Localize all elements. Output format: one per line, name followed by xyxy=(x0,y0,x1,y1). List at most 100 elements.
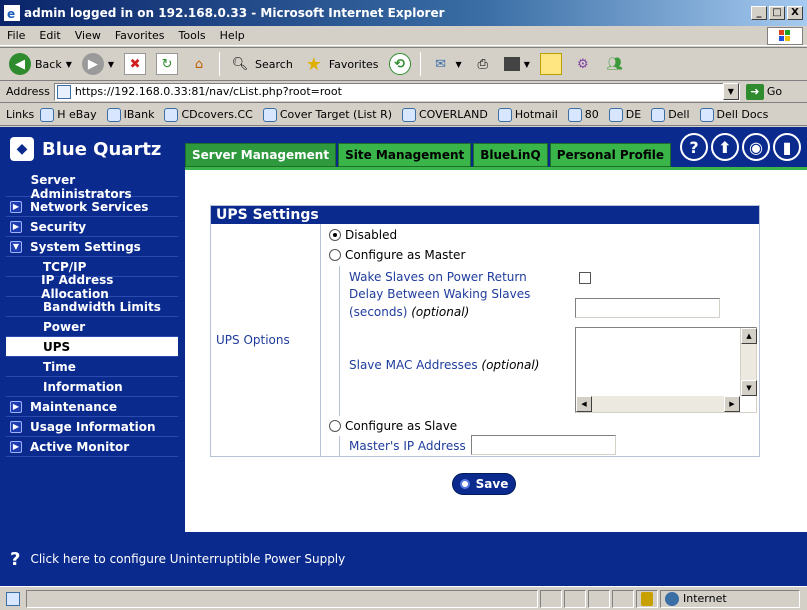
sidebar-item-bandwidth-limits[interactable]: Bandwidth Limits xyxy=(6,297,178,317)
sidebar-item-security[interactable]: ▶ Security xyxy=(6,217,178,237)
help-footer[interactable]: ? Click here to configure Uninterruptibl… xyxy=(0,532,807,586)
print-icon: ⎙ xyxy=(477,56,488,72)
sidebar-item-power[interactable]: Power xyxy=(6,317,178,337)
link-item[interactable]: IBank xyxy=(106,107,154,122)
stop-button[interactable]: ✖ xyxy=(121,50,149,78)
radio-disabled[interactable] xyxy=(329,229,341,241)
address-dropdown-icon[interactable]: ▼ xyxy=(722,83,739,100)
menu-favorites[interactable]: Favorites xyxy=(108,29,172,42)
forward-button[interactable]: ▶ ▼ xyxy=(79,50,117,78)
link-item[interactable]: COVERLAND xyxy=(402,107,488,122)
main-tabs: Server Management Site Management BlueLi… xyxy=(185,143,671,167)
sidebar-item-server-administrators[interactable]: Server Administrators xyxy=(6,173,178,201)
sidebar-item-system-settings[interactable]: ▼ System Settings xyxy=(6,237,178,257)
sidebar-item-label: Time xyxy=(43,359,76,374)
window-titlebar[interactable]: e admin logged in on 192.168.0.33 - Micr… xyxy=(0,0,807,26)
slave-mac-label: Slave MAC Addresses (optional) xyxy=(349,358,539,372)
link-item[interactable]: Dell Docs xyxy=(699,107,769,122)
radio-master-row[interactable]: Configure as Master xyxy=(329,248,465,262)
link-label: Dell Docs xyxy=(716,108,769,121)
radio-slave-row[interactable]: Configure as Slave xyxy=(329,419,457,433)
sidebar-item-time[interactable]: Time xyxy=(6,357,178,377)
update-icon[interactable]: ⬆ xyxy=(711,133,739,161)
tab-bluelinq[interactable]: BlueLinQ xyxy=(473,143,548,167)
sidebar-item-label: Active Monitor xyxy=(30,439,130,454)
delay-label-line2: (seconds) (optional) xyxy=(349,305,469,319)
expand-arrow-icon: ▶ xyxy=(10,400,22,413)
forward-arrow-icon: ▶ xyxy=(81,53,104,75)
go-button[interactable]: ➜ Go xyxy=(745,83,782,100)
sidebar-item-label: TCP/IP xyxy=(43,259,87,274)
home-button[interactable]: ⌂ xyxy=(185,50,213,78)
delay-input[interactable] xyxy=(575,298,720,318)
sidebar-item-maintenance[interactable]: ▶ Maintenance xyxy=(6,397,178,417)
minimize-button[interactable]: _ xyxy=(751,6,767,20)
link-page-icon xyxy=(497,107,512,122)
sidebar: Server Administrators ▶ Network Services … xyxy=(0,170,185,532)
window-title: admin logged in on 192.168.0.33 - Micros… xyxy=(24,6,445,20)
mail-button[interactable]: ✉ ▼ xyxy=(427,50,465,78)
help-icon[interactable]: ? xyxy=(680,133,708,161)
slave-mac-textarea[interactable]: ▲ ▼ ◀ ▶ xyxy=(575,327,757,413)
search-button[interactable]: 🔍︎ Search xyxy=(226,50,296,78)
research-button[interactable]: ⚙ xyxy=(569,50,597,78)
link-label: CDcovers.CC xyxy=(181,108,253,121)
print-button[interactable]: ⎙ xyxy=(469,50,497,78)
link-item[interactable]: DE xyxy=(608,107,641,122)
discuss-button[interactable] xyxy=(537,50,565,78)
history-button[interactable]: ⟲ xyxy=(386,50,414,78)
link-item[interactable]: Dell xyxy=(651,107,690,122)
status-pane xyxy=(612,589,634,608)
link-label: 80 xyxy=(584,108,599,121)
messenger-button[interactable]: 👥︎ xyxy=(601,50,629,78)
sidebar-item-ups[interactable]: UPS xyxy=(6,337,178,357)
scroll-up-icon[interactable]: ▲ xyxy=(741,328,757,344)
menu-tools[interactable]: Tools xyxy=(172,29,213,42)
optional-hint: (optional) xyxy=(481,358,540,372)
refresh-button[interactable]: ↻ xyxy=(153,50,181,78)
master-ip-input[interactable] xyxy=(471,435,616,455)
status-pane xyxy=(564,589,586,608)
close-button[interactable]: X xyxy=(787,6,803,20)
tab-personal-profile[interactable]: Personal Profile xyxy=(549,143,671,167)
save-button[interactable]: Save xyxy=(452,473,516,495)
link-page-icon xyxy=(106,107,121,122)
header-actions: ? ⬆ ◉ ▮ xyxy=(680,133,801,161)
sidebar-item-usage-information[interactable]: ▶ Usage Information xyxy=(6,417,178,437)
link-page-icon xyxy=(651,107,666,122)
back-button[interactable]: ◀ Back ▼ xyxy=(6,50,75,78)
radio-master[interactable] xyxy=(329,249,341,261)
tab-server-management[interactable]: Server Management xyxy=(185,143,337,167)
link-item[interactable]: Cover Target (List R) xyxy=(262,107,392,122)
delay-label-line1: Delay Between Waking Slaves xyxy=(349,287,531,301)
sidebar-item-ip-address-allocation[interactable]: IP Address Allocation xyxy=(6,273,178,301)
link-item[interactable]: 80 xyxy=(567,107,599,122)
link-label: H eBay xyxy=(57,108,97,121)
help-text: Click here to configure Uninterruptible … xyxy=(30,552,346,566)
scroll-right-icon[interactable]: ▶ xyxy=(724,396,740,412)
scroll-left-icon[interactable]: ◀ xyxy=(576,396,592,412)
menu-help[interactable]: Help xyxy=(213,29,252,42)
monitor-eye-icon[interactable]: ◉ xyxy=(742,133,770,161)
radio-disabled-row[interactable]: Disabled xyxy=(329,228,397,242)
sidebar-item-information[interactable]: Information xyxy=(6,377,178,397)
favorites-button[interactable]: ★ Favorites xyxy=(300,50,382,78)
menu-edit[interactable]: Edit xyxy=(32,29,67,42)
link-item[interactable]: CDcovers.CC xyxy=(164,107,253,122)
menu-file[interactable]: File xyxy=(0,29,32,42)
address-input[interactable]: https://192.168.0.33:81/nav/cList.php?ro… xyxy=(53,82,740,101)
tab-site-management[interactable]: Site Management xyxy=(338,143,472,167)
edit-button[interactable]: ▼ xyxy=(501,50,533,78)
sidebar-item-active-monitor[interactable]: ▶ Active Monitor xyxy=(6,437,178,457)
maximize-button[interactable]: □ xyxy=(769,6,785,20)
wake-slaves-checkbox[interactable] xyxy=(579,272,591,284)
horizontal-scrollbar[interactable]: ◀ ▶ xyxy=(576,396,740,412)
radio-slave[interactable] xyxy=(329,420,341,432)
expand-arrow-icon: ▶ xyxy=(10,420,22,433)
link-item[interactable]: Hotmail xyxy=(497,107,558,122)
link-item[interactable]: H eBay xyxy=(40,107,97,122)
vertical-scrollbar[interactable]: ▲ ▼ xyxy=(740,328,757,396)
scroll-down-icon[interactable]: ▼ xyxy=(741,380,757,396)
logout-icon[interactable]: ▮ xyxy=(773,133,801,161)
menu-view[interactable]: View xyxy=(68,29,108,42)
